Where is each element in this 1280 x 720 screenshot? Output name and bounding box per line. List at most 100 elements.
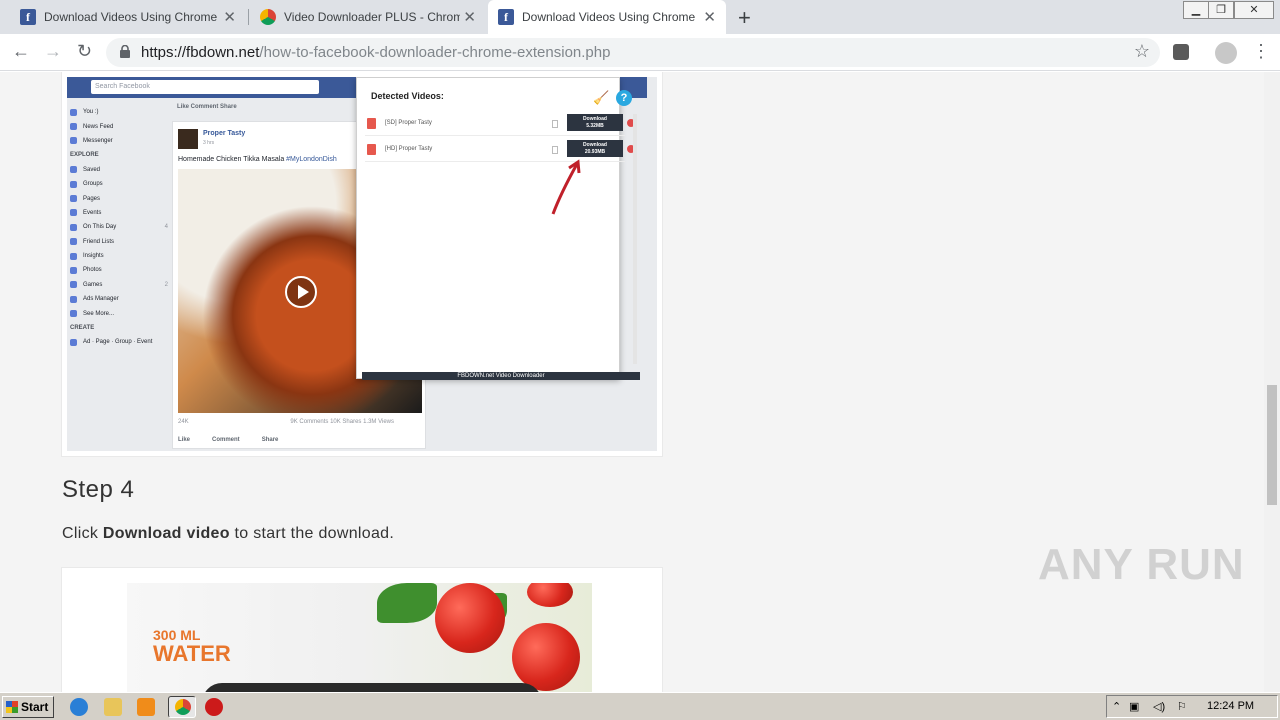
chrome-webstore-icon <box>260 9 276 25</box>
fb-sidebar-item: EXPLORE <box>70 148 168 162</box>
sidebar-item-label: You :) <box>83 109 99 116</box>
top-post-actions: Like Comment Share <box>177 104 237 110</box>
sidebar-item-label: Games <box>83 281 103 288</box>
sidebar-item-count: 4 <box>164 224 168 231</box>
reactions-count: 24K <box>178 419 189 425</box>
engagement-stats: 9K Comments 10K Shares 1.3M Views <box>290 419 394 425</box>
facebook-icon: f <box>498 9 514 25</box>
back-arrow-icon[interactable]: ← <box>12 41 30 62</box>
extension-popup: Detected Videos: 🧹 ? [SD] Proper Tasty D… <box>356 77 640 380</box>
sidebar-item-label: Messenger <box>83 137 113 144</box>
sidebar-item-label: See More... <box>83 310 115 317</box>
sidebar-item-icon <box>70 223 77 231</box>
sidebar-item-icon <box>70 209 77 217</box>
post-caption: Homemade Chicken Tikka Masala #MyLondonD… <box>178 156 337 163</box>
fb-sidebar-item: Insights <box>70 249 168 263</box>
chrome-taskbar-button[interactable] <box>168 696 196 718</box>
sidebar-item-count: 2 <box>164 281 168 288</box>
video-file-icon <box>367 144 376 155</box>
fb-sidebar-item: On This Day 4 <box>70 220 168 234</box>
minimize-icon[interactable]: ▁ <box>1183 1 1209 19</box>
sidebar-item-label: Ad · Page · Group · Event <box>83 339 153 346</box>
restore-icon[interactable]: ❐ <box>1208 1 1234 19</box>
screenshot-recipe: 300 ML WATER <box>62 568 662 692</box>
sidebar-item-icon <box>70 166 77 174</box>
forward-arrow-icon[interactable]: → <box>44 41 62 62</box>
fb-sidebar-item: Groups <box>70 177 168 191</box>
anyrun-watermark: ANY RUN <box>1038 540 1245 589</box>
facebook-sidebar: You :) News Feed Messenger EXPLORE Saved Grou… <box>70 105 168 350</box>
recipe-image: 300 ML WATER <box>127 583 592 692</box>
sidebar-item-label: Friend Lists <box>83 238 115 245</box>
step-instruction: Click Download video to start the downlo… <box>62 525 395 542</box>
sidebar-item-icon <box>70 137 77 145</box>
post-author: Proper Tasty <box>203 130 246 137</box>
close-tab-icon[interactable]: ✕ <box>463 8 476 26</box>
profile-avatar[interactable] <box>1215 42 1237 64</box>
sidebar-item-icon <box>70 310 77 318</box>
url-path: /how-to-facebook-downloader-chrome-exten… <box>259 44 611 61</box>
fb-sidebar-item: Photos <box>70 263 168 277</box>
video-file-icon <box>367 118 376 129</box>
expand-tray-icon[interactable]: ⌃ <box>1112 700 1121 713</box>
facebook-icon: f <box>20 9 36 25</box>
flag-icon[interactable]: ⚐ <box>1177 700 1187 713</box>
chrome-menu-icon[interactable]: ⋮ <box>1252 41 1270 62</box>
start-button[interactable]: Start <box>2 696 54 718</box>
popup-scrollbar <box>633 114 637 364</box>
fb-sidebar-item: Messenger <box>70 134 168 148</box>
fb-sidebar-item: Ad · Page · Group · Event <box>70 335 168 349</box>
close-window-icon[interactable]: ✕ <box>1234 1 1274 19</box>
fb-sidebar-item: Pages <box>70 191 168 205</box>
sidebar-item-icon <box>70 338 77 346</box>
sidebar-item-label: Saved <box>83 166 101 173</box>
sidebar-item-icon <box>70 252 77 260</box>
media-player-icon[interactable] <box>137 698 155 716</box>
fb-sidebar-item: You :) <box>70 105 168 119</box>
network-icon[interactable]: ▣ <box>1129 700 1139 713</box>
fb-sidebar-item: News Feed <box>70 119 168 133</box>
tomato <box>435 583 505 653</box>
download-button: Download 20.93MB <box>567 140 623 157</box>
extension-download-icon[interactable] <box>1173 44 1189 60</box>
windows-logo-icon <box>6 701 18 713</box>
sidebar-item-label: On This Day <box>83 224 117 231</box>
new-tab-button[interactable]: + <box>738 5 751 31</box>
address-bar[interactable]: https://fbdown.net/how-to-facebook-downl… <box>106 38 1160 67</box>
fb-sidebar-item: Saved <box>70 163 168 177</box>
tab-1[interactable]: f Download Videos Using Chrome Exte ✕ <box>10 0 246 34</box>
tab-separator <box>248 9 249 25</box>
video-row: [SD] Proper Tasty Download 5.32MB <box>365 112 635 136</box>
sidebar-item-label: Pages <box>83 195 101 202</box>
lock-icon <box>120 45 130 58</box>
popup-title: Detected Videos: <box>371 91 444 101</box>
stop-icon[interactable] <box>205 698 223 716</box>
tab-title: Download Videos Using Chrome Exte <box>44 10 220 24</box>
system-tray: ⌃ ▣ ◁) ⚐ 12:24 PM <box>1106 695 1278 718</box>
video-label: [SD] Proper Tasty <box>385 120 432 126</box>
close-tab-icon[interactable]: ✕ <box>223 8 236 26</box>
reload-icon[interactable]: ↻ <box>77 41 92 62</box>
scrollbar-thumb[interactable] <box>1267 385 1277 505</box>
page-content: Search Facebook You :) News Feed Messenger… <box>0 72 1264 692</box>
fb-sidebar-item: Events <box>70 206 168 220</box>
fb-sidebar-item: CREATE <box>70 321 168 335</box>
tab-3-active[interactable]: f Download Videos Using Chrome Exte ✕ <box>488 0 726 34</box>
post-avatar <box>178 129 198 149</box>
step-heading: Step 4 <box>62 476 135 503</box>
post-time: 3 hrs <box>203 140 215 146</box>
pot <box>202 683 542 692</box>
volume-icon[interactable]: ◁) <box>1153 700 1165 713</box>
post-stats: 24K 9K Comments 10K Shares 1.3M Views <box>178 419 422 425</box>
sidebar-item-icon <box>70 238 77 246</box>
folder-icon[interactable] <box>104 698 122 716</box>
chrome-icon <box>175 699 191 715</box>
internet-explorer-icon[interactable] <box>70 698 88 716</box>
sidebar-item-label: Events <box>83 209 102 216</box>
sidebar-item-icon <box>70 195 77 203</box>
tab-2[interactable]: Video Downloader PLUS - Chrome We ✕ <box>250 0 486 34</box>
page-scrollbar[interactable] <box>1264 72 1280 692</box>
browser-toolbar: ← → ↻ https://fbdown.net/how-to-facebook… <box>0 34 1280 71</box>
close-tab-icon[interactable]: ✕ <box>703 8 716 26</box>
bookmark-star-icon[interactable]: ☆ <box>1134 41 1150 62</box>
